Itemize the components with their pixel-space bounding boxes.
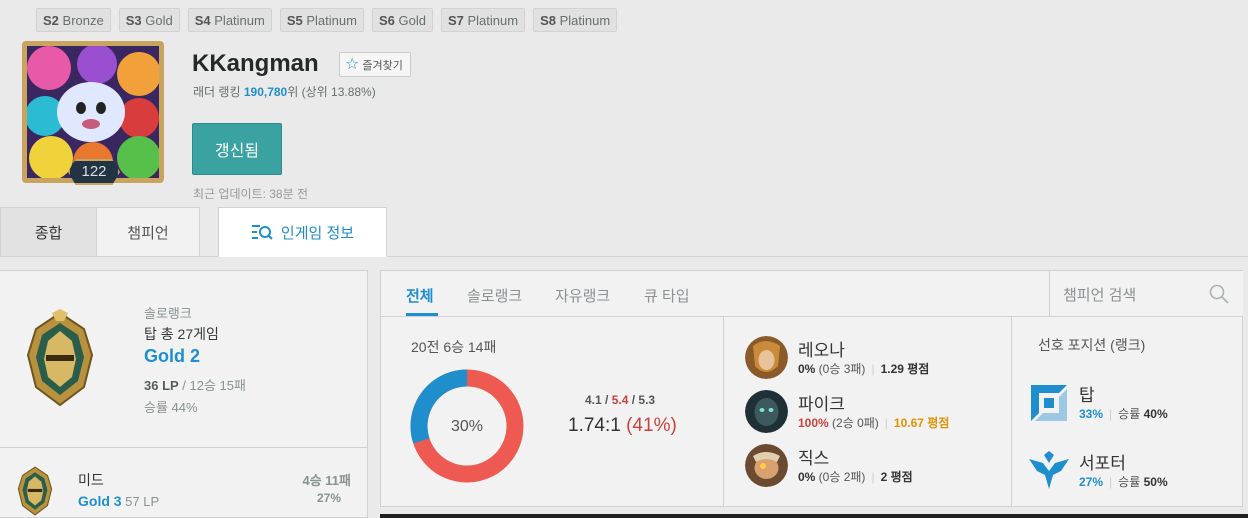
top-lane-icon [1031, 385, 1067, 421]
sub-rank-panel: 미드 Gold 3 57 LP 4승 11패 27% [0, 448, 368, 518]
champion-row[interactable]: 직스 0% (0승 2패) | 2 평점 [745, 444, 1045, 488]
season-badge: S3 Gold [118, 8, 180, 32]
champion-name: 파이크 [798, 395, 845, 414]
main-tabs: 종합 챔피언 인게임 정보 [0, 207, 387, 257]
season-badge: S2 Bronze [36, 8, 111, 32]
filter-tab-queue-type[interactable]: 큐 타입 [644, 285, 690, 306]
champion-name: 레오나 [798, 341, 845, 360]
sub-rank-position: 미드 [78, 472, 104, 488]
search-icon[interactable] [1209, 284, 1229, 304]
favorite-label: 즐겨찾기 [362, 59, 403, 72]
column-divider [723, 317, 724, 507]
champion-row[interactable]: 레오나 0% (0승 3패) | 1.29 평점 [745, 336, 1045, 380]
season-badge: S7 Platinum [440, 8, 526, 32]
star-icon: ☆ [345, 55, 360, 73]
season-badge: S4 Platinum [187, 8, 272, 32]
season-badge: S5 Platinum [279, 8, 364, 32]
filter-tab-all[interactable]: 전체 [406, 285, 434, 306]
ladder-ranking: 래더 랭킹 190,780위 (상위 13.88%) [193, 85, 376, 99]
tab-ingame[interactable]: 인게임 정보 [218, 207, 387, 257]
profile-icon: 122 [22, 41, 164, 185]
level-badge: 122 [68, 159, 120, 185]
rank-lp-record: 36 LP / 12승 15패 [144, 378, 246, 393]
rank-position-games: 탑 총 27게임 [144, 326, 219, 342]
preferred-position-title: 선호 포지션 (랭크) [1038, 337, 1146, 353]
position-row: 탑 33% | 승률 40% [1029, 381, 1229, 425]
filter-tab-solo[interactable]: 솔로랭크 [467, 285, 522, 306]
position-row: 서포터 27% | 승률 50% [1029, 449, 1229, 493]
queue-filter-tabs: 전체 솔로랭크 자유랭크 큐 타입 [381, 271, 1049, 317]
last-update-text: 최근 업데이트: 38분 전 [193, 187, 309, 201]
support-lane-icon [1029, 451, 1069, 489]
record-summary: 20전 6승 14패 [411, 339, 497, 355]
gold-tier-emblem-small [17, 466, 53, 516]
gold-tier-emblem [26, 309, 94, 407]
filter-tab-flex[interactable]: 자유랭크 [555, 285, 610, 306]
position-stats: 27% | 승률 50% [1079, 475, 1168, 489]
renew-button[interactable]: 갱신됨 [192, 123, 282, 175]
champion-stats: 0% (0승 2패) | 2 평점 [798, 470, 913, 484]
poro-artwork [27, 46, 159, 178]
champion-search-input[interactable]: 챔피언 검색 [1049, 271, 1243, 317]
season-history: S2 Bronze S3 Gold S4 Platinum S5 Platinu… [36, 8, 618, 32]
tab-champions[interactable]: 챔피언 [96, 207, 200, 257]
sub-rank-tier: Gold 3 57 LP [78, 493, 160, 509]
sub-rank-winrate: 27% [316, 491, 341, 505]
season-badge: S8 Platinum [533, 8, 618, 32]
donut-center-label: 30% [451, 418, 483, 435]
position-name: 서포터 [1079, 454, 1126, 473]
champion-stats: 0% (0승 3패) | 1.29 평점 [798, 362, 930, 376]
winrate-donut-chart: 30% [410, 369, 524, 483]
summoner-name: KKangman [192, 50, 319, 77]
tab-ingame-label: 인게임 정보 [280, 224, 355, 242]
rank-tier: Gold 2 [144, 346, 201, 366]
pyke-portrait-icon [745, 390, 788, 433]
champion-row[interactable]: 파이크 100% (2승 0패) | 10.67 평점 [745, 390, 1045, 434]
active-tab-underline [406, 313, 438, 316]
ingame-search-icon [251, 225, 273, 240]
ziggs-portrait-icon [745, 444, 788, 487]
ladder-rank-value[interactable]: 190,780 [244, 85, 287, 99]
kda-ratio: 1.74:1 (41%) [568, 415, 677, 436]
champion-stats: 100% (2승 0패) | 10.67 평점 [798, 416, 950, 430]
recent-games-summary: 전체 솔로랭크 자유랭크 큐 타입 챔피언 검색 20전 6승 14패 30% … [380, 270, 1243, 507]
rank-type: 솔로랭크 [144, 306, 192, 321]
position-name: 탑 [1079, 386, 1095, 405]
search-placeholder: 챔피언 검색 [1063, 287, 1137, 304]
position-stats: 33% | 승률 40% [1079, 407, 1168, 421]
tab-overview[interactable]: 종합 [0, 207, 97, 257]
next-section-edge [380, 514, 1248, 518]
kda-breakdown: 4.1 / 5.4 / 5.3 [585, 393, 656, 407]
sub-rank-record: 4승 11패 [302, 473, 351, 488]
rank-winrate: 승률 44% [144, 400, 198, 415]
champion-name: 직스 [798, 449, 830, 468]
leona-portrait-icon [745, 336, 788, 379]
season-badge: S6 Gold [371, 8, 433, 32]
solo-rank-panel: 솔로랭크 탑 총 27게임 Gold 2 36 LP / 12승 15패 승률 … [0, 270, 368, 448]
favorite-button[interactable]: ☆ 즐겨찾기 [339, 52, 411, 77]
